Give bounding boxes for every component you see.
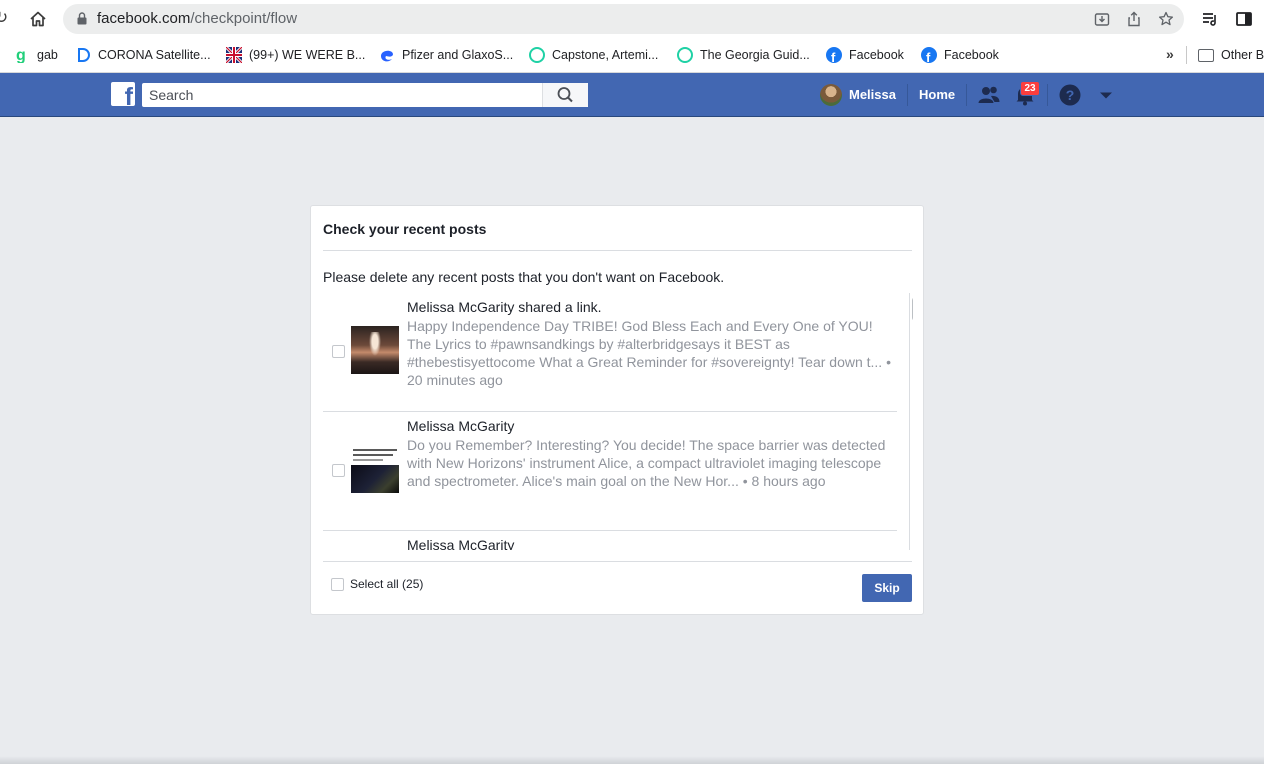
search-icon [557,87,573,103]
reload-icon[interactable]: ↻ [0,9,12,27]
divider [323,250,912,251]
bookmark-pfizer[interactable]: Pfizer and GlaxoS... [379,46,513,64]
lock-icon [77,12,87,25]
reading-list-icon[interactable] [1201,10,1219,28]
facebook-search [142,83,588,107]
select-all-label[interactable]: Select all (25) [350,577,423,591]
circle-app-icon [677,47,693,63]
post-author: Melissa McGarity shared a link. [407,299,602,315]
friend-requests-icon[interactable] [977,83,1001,107]
d-logo-icon [75,47,91,63]
svg-text:g: g [16,47,26,63]
scrollbar-thumb[interactable] [912,297,913,321]
gab-icon: g [14,47,30,64]
browser-toolbar: ↻ facebook.com/checkpoint/flow [0,0,1264,37]
bookmark-facebook-2[interactable]: f Facebook [921,46,999,65]
bookmark-capstone[interactable]: Capstone, Artemi... [529,46,658,64]
bookmark-georgia[interactable]: The Georgia Guid... [677,46,810,64]
post-timestamp: 20 minutes ago [407,372,503,388]
bookmark-star-icon[interactable] [1158,11,1174,27]
header-divider [966,84,967,106]
url-text: facebook.com/checkpoint/flow [97,10,298,27]
divider [323,561,912,562]
recent-posts-list[interactable]: Melissa McGarity shared a link. Happy In… [323,293,913,550]
help-icon[interactable]: ? [1058,83,1082,107]
bookmark-we-were[interactable]: (99+) WE WERE B... [224,45,365,65]
notification-badge: 23 [1020,81,1040,96]
edge-icon [379,47,395,63]
select-all-checkbox[interactable] [331,578,344,591]
post-thumbnail [351,326,399,374]
bookmark-corona[interactable]: CORONA Satellite... [75,46,211,64]
bookmarks-bar: g gab CORONA Satellite... (99+) WE WERE … [0,37,1264,73]
other-bookmarks-folder[interactable]: Other B [1198,46,1264,64]
side-panel-icon[interactable] [1235,10,1253,28]
svg-text:?: ? [1066,87,1075,103]
check-posts-dialog: Check your recent posts Please delete an… [310,205,924,615]
post-timestamp: 8 hours ago [751,473,826,489]
post-item: Melissa McGarity shared a link. Happy In… [323,293,897,412]
post-preview: Do you Remember? Interesting? You decide… [407,437,886,489]
search-input[interactable] [142,83,542,107]
flag-icon [224,45,244,65]
share-icon[interactable] [1126,11,1142,27]
home-icon[interactable] [29,10,47,28]
post-checkbox[interactable] [332,464,345,477]
post-item: Melissa McGarity Do you Remember? Intere… [323,412,897,531]
skip-button[interactable]: Skip [862,574,912,602]
post-preview: Happy Independence Day TRIBE! God Bless … [407,318,891,388]
bookmark-facebook-1[interactable]: f Facebook [826,46,904,65]
post-author: Melissa McGarity [407,537,515,550]
facebook-icon: f [826,47,842,65]
folder-icon [1198,48,1214,62]
scrollbar-track[interactable] [909,293,910,550]
bottom-edge [0,756,1264,764]
address-bar[interactable]: facebook.com/checkpoint/flow [63,4,1184,34]
bookmark-gab[interactable]: g gab [14,46,58,64]
avatar[interactable] [820,84,842,106]
circle-app-icon [529,47,545,63]
install-app-icon[interactable] [1094,11,1110,27]
header-divider [907,84,908,106]
svg-text:f: f [831,50,836,63]
post-thumbnail [351,445,399,493]
bookmarks-separator [1186,46,1187,64]
home-link[interactable]: Home [919,87,955,102]
post-author: Melissa McGarity [407,418,515,434]
account-menu-chevron-down-icon[interactable] [1094,83,1118,107]
header-divider [1047,84,1048,106]
post-item: Melissa McGarity [323,531,897,550]
facebook-logo-icon[interactable]: f [111,82,135,106]
svg-text:f: f [926,50,931,63]
profile-name-link[interactable]: Melissa [849,87,896,102]
more-bookmarks-button[interactable]: » [1166,46,1174,62]
dialog-description: Please delete any recent posts that you … [323,269,725,285]
search-button[interactable] [542,83,588,107]
post-checkbox[interactable] [332,345,345,358]
facebook-icon: f [921,47,937,65]
dialog-title: Check your recent posts [323,221,487,237]
